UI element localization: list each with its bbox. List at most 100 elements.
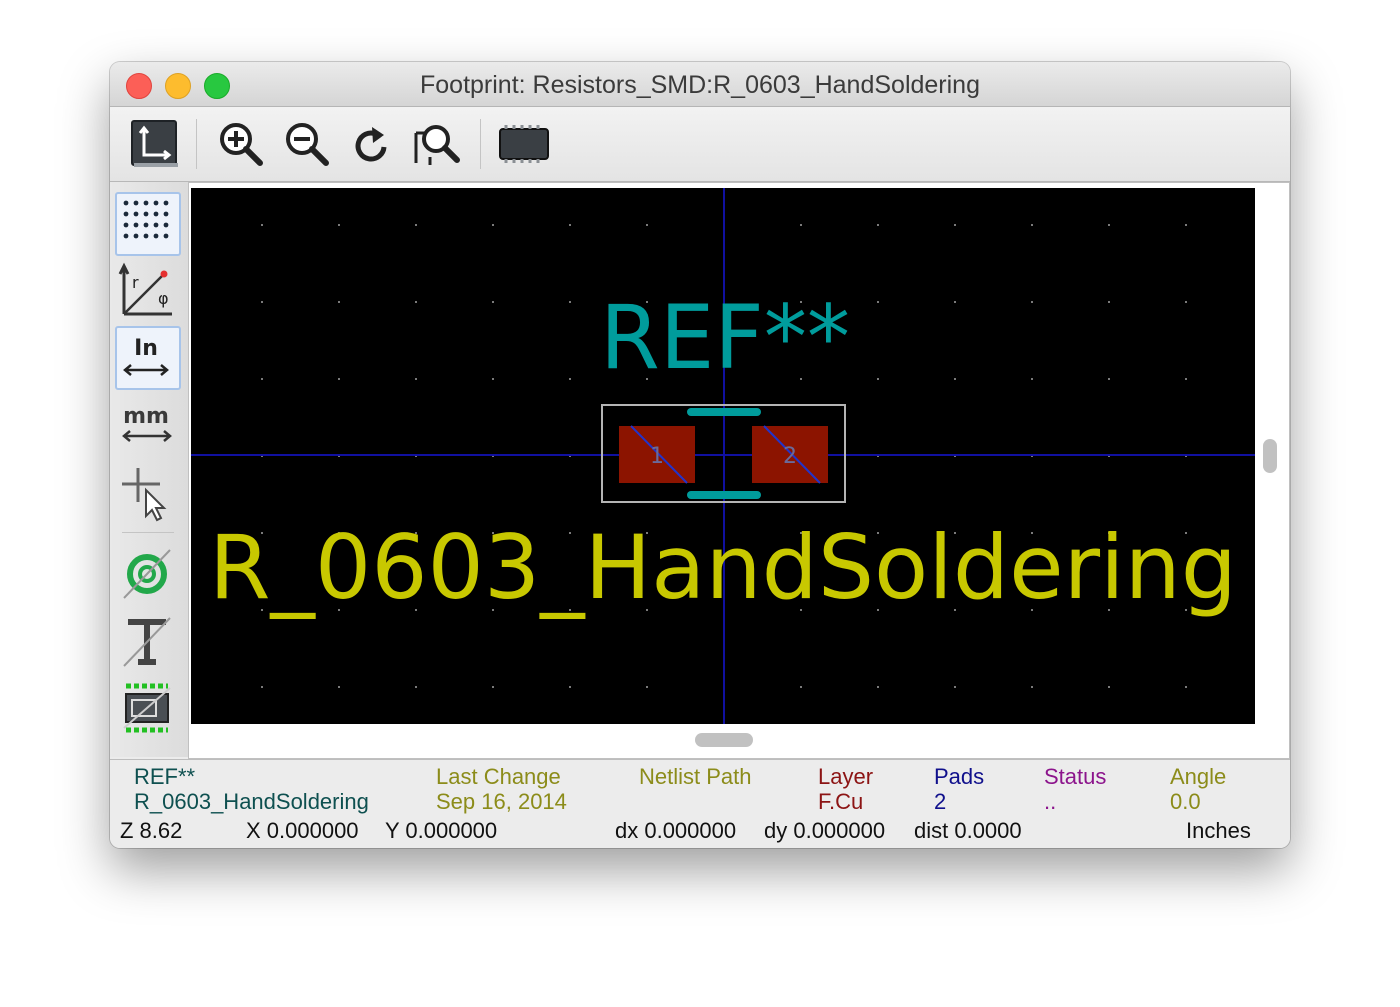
display-options-icon (131, 120, 178, 167)
reference-text[interactable]: REF** (600, 286, 850, 389)
layer-label: Layer (818, 764, 874, 789)
grid-dot (954, 301, 956, 303)
zoom-fit-icon (414, 125, 460, 165)
edge-sketch-mode-button[interactable] (116, 678, 178, 738)
status-bar: Z 8.62 X 0.000000 Y 0.000000 dx 0.000000… (110, 815, 1290, 848)
3d-view-icon (499, 125, 549, 163)
grid-icon (123, 200, 169, 239)
grid-dot (877, 378, 879, 380)
grid-dot (800, 686, 802, 688)
grid-dot (261, 301, 263, 303)
main-toolbar (110, 107, 1290, 182)
pad-2[interactable]: 2 (752, 425, 828, 484)
grid-dot (569, 301, 571, 303)
grid-dot (415, 224, 417, 226)
module-reference: REF** (134, 764, 196, 789)
vertical-scrollbar-thumb[interactable] (1263, 439, 1277, 473)
pad-2-label: 2 (783, 444, 797, 469)
grid-dot (261, 378, 263, 380)
text-sketch-mode-button[interactable] (116, 612, 178, 672)
grid-dot (338, 301, 340, 303)
last-change-value: Sep 16, 2014 (436, 789, 567, 814)
polar-r-label: r (132, 273, 139, 292)
zoom-in-button[interactable] (214, 117, 268, 171)
horizontal-scrollbar-thumb[interactable] (695, 733, 753, 747)
grid-dot (1185, 301, 1187, 303)
grid-dot (569, 224, 571, 226)
toolbar-separator (480, 119, 481, 169)
grid-dot (877, 686, 879, 688)
left-toolbar: r φ In mm (110, 182, 189, 757)
units-readout: Inches (1186, 818, 1251, 843)
pads-value: 2 (934, 789, 947, 814)
grid-dot (1031, 378, 1033, 380)
text-sketch-icon (123, 617, 171, 667)
relative-dy-readout: dy 0.000000 (764, 818, 886, 843)
grid-dot (492, 224, 494, 226)
grid-dot (1108, 686, 1110, 688)
cursor-x-readout: X 0.000000 (246, 818, 359, 843)
redraw-icon (355, 127, 387, 162)
distance-readout: dist 0.0000 (914, 818, 1022, 843)
pad-1-label: 1 (650, 444, 664, 469)
relative-dx-readout: dx 0.000000 (615, 818, 737, 843)
layer-value: F.Cu (818, 789, 864, 814)
grid-dot (492, 686, 494, 688)
grid-dot (492, 301, 494, 303)
grid-dot (1185, 378, 1187, 380)
message-panel: REF** R_0603_HandSoldering Last Change S… (110, 759, 1290, 816)
grid-dot (877, 301, 879, 303)
pad-sketch-mode-button[interactable] (116, 544, 178, 604)
polar-phi-label: φ (158, 289, 169, 308)
netlist-path-label: Netlist Path (639, 764, 752, 789)
grid-dot (415, 378, 417, 380)
grid-dot (1185, 686, 1187, 688)
units-inch-label: In (134, 336, 158, 361)
polar-coordinates-button[interactable]: r φ (116, 260, 178, 320)
grid-dot (1031, 686, 1033, 688)
grid-dot (954, 378, 956, 380)
grid-dot (1031, 301, 1033, 303)
cursor-icon (122, 468, 167, 522)
zoom-out-button[interactable] (280, 117, 334, 171)
status-label: Status (1044, 764, 1107, 789)
redraw-button[interactable] (346, 117, 400, 171)
grid-dot (646, 224, 648, 226)
3d-view-button[interactable] (494, 117, 549, 171)
canvas-frame: 1 2 REF** R_0603_HandSoldering (188, 182, 1290, 759)
zoom-fit-button[interactable] (410, 117, 464, 171)
footprint-canvas[interactable]: 1 2 REF** R_0603_HandSoldering (191, 188, 1255, 724)
grid-toggle-button[interactable] (115, 192, 181, 256)
grid-dot (1185, 224, 1187, 226)
units-mm-button[interactable]: mm (116, 394, 178, 454)
zoom-readout: Z 8.62 (120, 818, 183, 843)
grid-dot (1031, 224, 1033, 226)
grid-dot (1108, 378, 1110, 380)
grid-dot (415, 686, 417, 688)
window-title: Footprint: Resistors_SMD:R_0603_HandSold… (419, 71, 980, 99)
display-options-button[interactable] (128, 117, 182, 171)
angle-value: 0.0 (1170, 789, 1201, 814)
module-value: R_0603_HandSoldering (134, 789, 369, 814)
toolbar-separator (196, 119, 197, 169)
units-inch-icon: In (123, 336, 169, 376)
grid-dot (338, 686, 340, 688)
footprint-drawing: 1 2 REF** R_0603_HandSoldering (191, 188, 1255, 724)
grid-dot (415, 301, 417, 303)
grid-dot (954, 224, 956, 226)
units-inch-button[interactable]: In (115, 326, 181, 390)
grid-dot (646, 686, 648, 688)
grid-dot (338, 378, 340, 380)
grid-dot (569, 378, 571, 380)
grid-dot (1108, 301, 1110, 303)
cursor-shape-button[interactable] (116, 462, 178, 522)
pad-1[interactable]: 1 (619, 425, 695, 484)
value-text[interactable]: R_0603_HandSoldering (209, 516, 1237, 619)
cursor-y-readout: Y 0.000000 (385, 818, 498, 843)
left-toolbar-separator (122, 532, 174, 533)
grid-dot (492, 378, 494, 380)
edge-sketch-icon (123, 683, 171, 733)
grid-dot (877, 224, 879, 226)
grid-dot (569, 686, 571, 688)
grid-dot (800, 224, 802, 226)
